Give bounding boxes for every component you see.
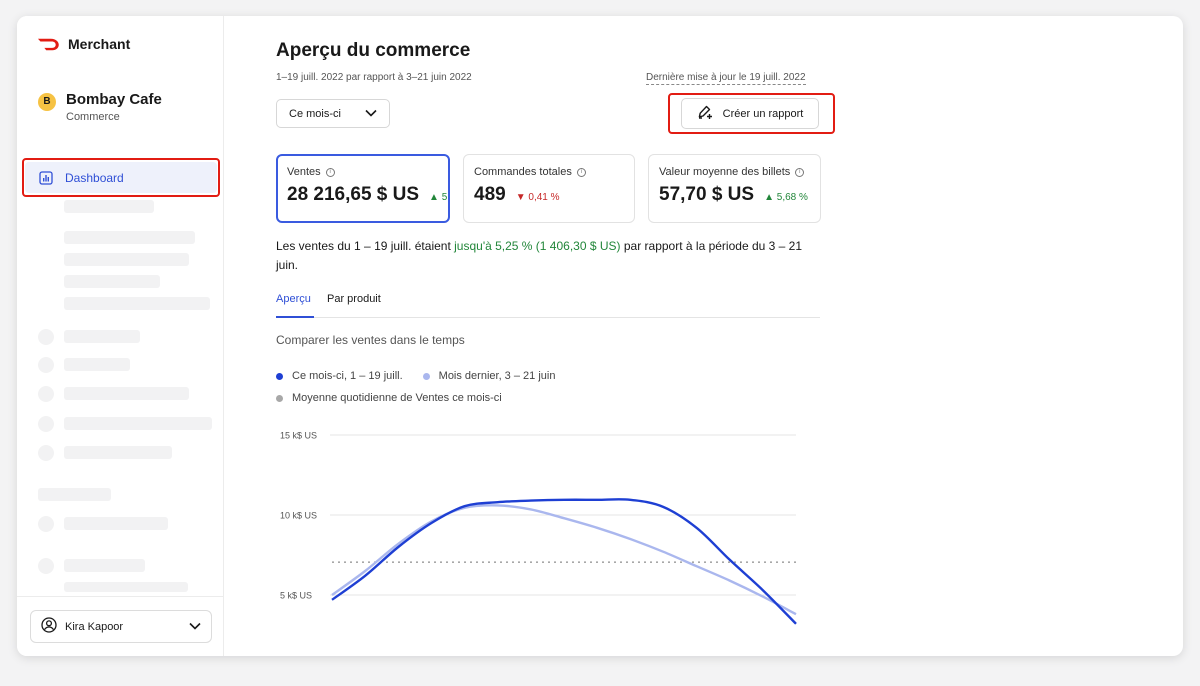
skeleton-icon bbox=[38, 357, 54, 373]
user-avatar-icon bbox=[41, 617, 57, 636]
skeleton-line bbox=[64, 446, 172, 459]
period-select-value: Ce mois-ci bbox=[289, 107, 341, 120]
chart-legend-row2: Moyenne quotidienne de Ventes ce mois-ci bbox=[276, 392, 512, 404]
series-line-previous bbox=[331, 504, 797, 616]
last-updated-text: Dernière mise à jour le 19 juill. 2022 bbox=[646, 72, 806, 85]
skeleton-line bbox=[64, 330, 140, 343]
create-report-button[interactable]: Créer un rapport bbox=[681, 98, 819, 129]
skeleton-line bbox=[64, 253, 189, 266]
active-tab-indicator bbox=[276, 316, 314, 318]
kpi-card-orders[interactable]: Commandes totales i 489 ▼ 0,41 % bbox=[463, 154, 635, 223]
arrow-up-icon: ▲ bbox=[429, 192, 439, 203]
chevron-down-icon bbox=[189, 621, 201, 633]
main-content: Aperçu du commerce 1–19 juill. 2022 par … bbox=[276, 16, 1156, 656]
info-icon[interactable]: i bbox=[325, 167, 335, 177]
legend-label: Mois dernier, 3 – 21 juin bbox=[438, 370, 556, 382]
user-name: Kira Kapoor bbox=[65, 620, 124, 633]
skeleton-icon bbox=[38, 516, 54, 532]
kpi-delta: 0,41 % bbox=[528, 192, 560, 203]
legend-item-previous: Mois dernier, 3 – 21 juin bbox=[422, 370, 556, 382]
kpi-value: 489 bbox=[474, 184, 506, 205]
create-report-label: Créer un rapport bbox=[722, 107, 804, 120]
info-icon[interactable]: i bbox=[795, 167, 805, 177]
skeleton-icon bbox=[38, 329, 54, 345]
skeleton-line bbox=[64, 275, 160, 288]
skeleton-icon bbox=[38, 386, 54, 402]
brand-name: Merchant bbox=[68, 36, 131, 52]
kpi-delta: 5,68 % bbox=[776, 192, 808, 203]
summary-highlight: jusqu'à 5,25 % (1 406,30 $ US) bbox=[454, 239, 621, 253]
summary-prefix: Les ventes du 1 – 19 juill. étaient bbox=[276, 239, 455, 253]
info-icon[interactable]: i bbox=[576, 167, 586, 177]
legend-label: Ce mois-ci, 1 – 19 juill. bbox=[292, 370, 403, 382]
skeleton-line bbox=[64, 559, 145, 572]
user-menu[interactable]: Kira Kapoor bbox=[30, 610, 212, 643]
legend-item-average: Moyenne quotidienne de Ventes ce mois-ci bbox=[276, 392, 502, 404]
app-window: Merchant B Bombay Cafe Commerce Dashboar… bbox=[17, 16, 1183, 656]
kpi-card-average-ticket[interactable]: Valeur moyenne des billets i 57,70 $ US ▲… bbox=[648, 154, 821, 223]
divider bbox=[17, 596, 224, 597]
legend-dot bbox=[276, 372, 283, 380]
y-tick-label: 5 k$ US bbox=[280, 591, 312, 601]
chevron-down-icon bbox=[365, 108, 377, 120]
kpi-value: 57,70 $ US bbox=[659, 184, 755, 205]
store-avatar: B bbox=[38, 93, 56, 111]
skeleton-line bbox=[64, 231, 195, 244]
legend-item-current: Ce mois-ci, 1 – 19 juill. bbox=[276, 370, 403, 382]
chart-legend: Ce mois-ci, 1 – 19 juill. Mois dernier, … bbox=[276, 370, 565, 382]
y-tick-label: 10 k$ US bbox=[280, 511, 317, 521]
sidebar-item-label: Dashboard bbox=[65, 170, 124, 185]
tab-bar: Aperçu Par produit bbox=[276, 289, 820, 318]
skeleton-line bbox=[64, 417, 212, 430]
doordash-logo-icon bbox=[37, 38, 59, 51]
tab-overview[interactable]: Aperçu bbox=[276, 293, 311, 305]
sidebar-item-dashboard[interactable]: Dashboard bbox=[25, 162, 217, 193]
legend-dot bbox=[276, 394, 283, 402]
skeleton-icon bbox=[38, 445, 54, 461]
tab-by-product[interactable]: Par produit bbox=[327, 293, 381, 305]
arrow-up-icon: ▲ bbox=[764, 192, 774, 203]
kpi-value: 28 216,65 $ US bbox=[287, 184, 420, 205]
store-name: Bombay Cafe bbox=[66, 91, 162, 108]
kpi-label: Ventes bbox=[287, 166, 321, 178]
date-range-text: 1–19 juill. 2022 par rapport à 3–21 juin… bbox=[276, 72, 472, 83]
sales-summary: Les ventes du 1 – 19 juill. étaient jusq… bbox=[276, 237, 824, 275]
kpi-label: Commandes totales bbox=[474, 166, 572, 178]
brand-logo[interactable]: Merchant bbox=[37, 36, 130, 52]
skeleton-line bbox=[64, 200, 154, 213]
legend-label: Moyenne quotidienne de Ventes ce mois-ci bbox=[292, 392, 502, 404]
kpi-delta: 5,25 % bbox=[441, 192, 450, 203]
section-title: Comparer les ventes dans le temps bbox=[276, 333, 465, 347]
arrow-down-icon: ▼ bbox=[515, 192, 526, 203]
kpi-label: Valeur moyenne des billets bbox=[659, 166, 791, 178]
skeleton-line bbox=[64, 387, 189, 400]
legend-dot bbox=[422, 372, 430, 380]
period-select[interactable]: Ce mois-ci bbox=[276, 99, 390, 128]
store-type: Commerce bbox=[66, 111, 120, 123]
skeleton-line bbox=[38, 488, 111, 501]
y-tick-label: 15 k$ US bbox=[280, 431, 317, 441]
skeleton-line bbox=[64, 297, 210, 310]
skeleton-line bbox=[64, 517, 168, 530]
sidebar: Merchant B Bombay Cafe Commerce Dashboar… bbox=[17, 16, 224, 656]
skeleton-icon bbox=[38, 416, 54, 432]
skeleton-line bbox=[64, 358, 130, 371]
skeleton-icon bbox=[38, 558, 54, 574]
page-title: Aperçu du commerce bbox=[276, 40, 471, 61]
bar-chart-icon bbox=[39, 170, 53, 185]
pen-plus-icon bbox=[697, 104, 713, 123]
skeleton-line bbox=[64, 582, 188, 592]
kpi-card-sales[interactable]: Ventesi 28 216,65 $ US ▲ 5,25 % bbox=[276, 154, 450, 223]
sales-line-chart: 5 k$ US 10 k$ US 15 k$ US bbox=[280, 431, 797, 625]
